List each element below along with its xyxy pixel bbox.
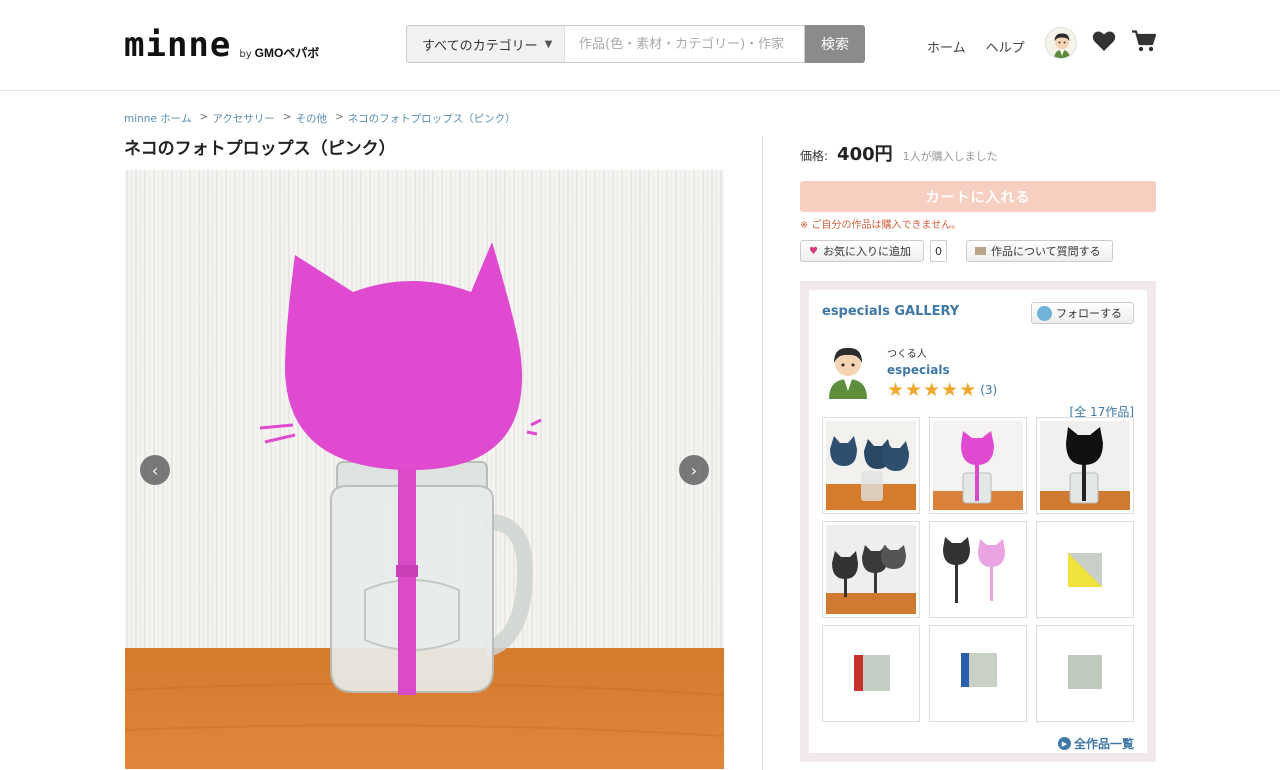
gallery-thumb[interactable] [822,625,920,722]
star-icon: ★ [923,379,941,401]
gallery-thumb[interactable] [1036,625,1134,722]
ask-question-button[interactable]: 作品について質問する [966,240,1113,262]
rating-count[interactable]: (3) [980,383,997,397]
all-works-label: 全作品一覧 [1073,737,1134,751]
breadcrumb-separator-icon: > [282,111,292,123]
price-label: 価格: [800,149,829,163]
add-to-cart-button[interactable]: カートに入れる [800,181,1156,212]
heart-icon[interactable] [1092,30,1116,56]
gallery-thumb[interactable] [822,417,920,514]
all-works-link[interactable]: ▶ 全作品一覧 [1057,735,1134,752]
gallery-thumb[interactable] [929,521,1027,618]
site-logo[interactable]: minne by GMOペパボ [124,28,319,62]
favorite-count: 0 [930,240,947,262]
category-select[interactable]: すべてのカテゴリー ▼ [406,25,564,63]
creator-gallery: especials GALLERY フォローする つくる人 especials … [800,281,1156,762]
ask-question-label: 作品について質問する [991,245,1101,258]
product-photo-illustration [125,170,724,769]
logo-gmo: GMOペパボ [254,46,320,60]
category-select-label: すべてのカテゴリー [422,38,538,54]
gallery-thumb[interactable] [929,625,1027,722]
breadcrumb-separator-icon: > [335,111,344,123]
creator-avatar[interactable] [823,341,873,399]
gallery-thumbnails [822,417,1134,722]
column-divider [762,136,763,770]
envelope-icon [975,247,986,255]
product-main-image: ‹ › [125,170,724,769]
header-nav: ホーム ヘルプ [927,27,1156,59]
rating-stars[interactable]: ★ ★ ★ ★ ★ (3) [887,380,997,400]
breadcrumb-item-accessory[interactable]: アクセサリー [212,111,274,126]
purchased-count: 1人が購入しました [902,150,998,163]
search-button[interactable]: 検索 [805,25,865,63]
search-bar: すべてのカテゴリー ▼ 検索 [406,25,865,63]
price-value: 400円 [837,144,893,165]
play-circle-icon: ▶ [1057,737,1071,750]
star-icon: ★ [887,379,905,401]
logo-wordmark: minne [124,25,232,65]
gallery-thumb[interactable] [822,521,920,618]
creator-label: つくる人 [887,349,927,360]
follow-button[interactable]: フォローする [1031,302,1134,324]
star-icon: ★ [905,379,923,401]
site-header: minne by GMOペパボ すべてのカテゴリー ▼ 検索 ホーム ヘルプ [0,0,1280,91]
page-title: ネコのフォトプロップス（ピンク） [124,139,396,159]
breadcrumb-item-other[interactable]: その他 [296,111,328,126]
breadcrumb-separator-icon: > [199,111,209,123]
gallery-title[interactable]: especials GALLERY [822,304,959,319]
breadcrumb-item-home[interactable]: minne ホーム [124,111,191,126]
follow-label: フォローする [1056,307,1122,320]
next-image-button[interactable]: › [679,455,709,485]
chevron-down-icon: ▼ [544,38,553,50]
creator-name[interactable]: especials [887,363,950,377]
prev-image-button[interactable]: ‹ [140,455,170,485]
nav-home-link[interactable]: ホーム [927,37,966,56]
logo-by: by [239,49,252,60]
breadcrumb-item-current[interactable]: ネコのフォトプロップス（ピンク） [348,111,516,126]
add-favorite-button[interactable]: ♥ お気に入りに追加 [800,240,924,262]
own-item-notice: ※ ご自分の作品は購入できません。 [800,220,962,231]
search-input[interactable] [564,25,805,63]
breadcrumb: minne ホーム > アクセサリー > その他 > ネコのフォトプロップス（ピ… [124,111,516,126]
cart-icon[interactable] [1131,30,1156,56]
gallery-thumb[interactable] [929,417,1027,514]
nav-help-link[interactable]: ヘルプ [986,37,1025,56]
gallery-thumb[interactable] [1036,417,1134,514]
creator-gallery-panel: especials GALLERY フォローする つくる人 especials … [809,290,1147,753]
heart-icon: ♥ [809,245,818,257]
add-favorite-label: お気に入りに追加 [822,245,911,258]
star-icon: ★ [959,379,977,401]
gallery-thumb[interactable] [1036,521,1134,618]
smile-icon [1037,305,1052,321]
price-row: 価格: 400円 1人が購入しました [800,140,998,166]
star-icon: ★ [941,379,959,401]
avatar[interactable] [1044,27,1077,59]
